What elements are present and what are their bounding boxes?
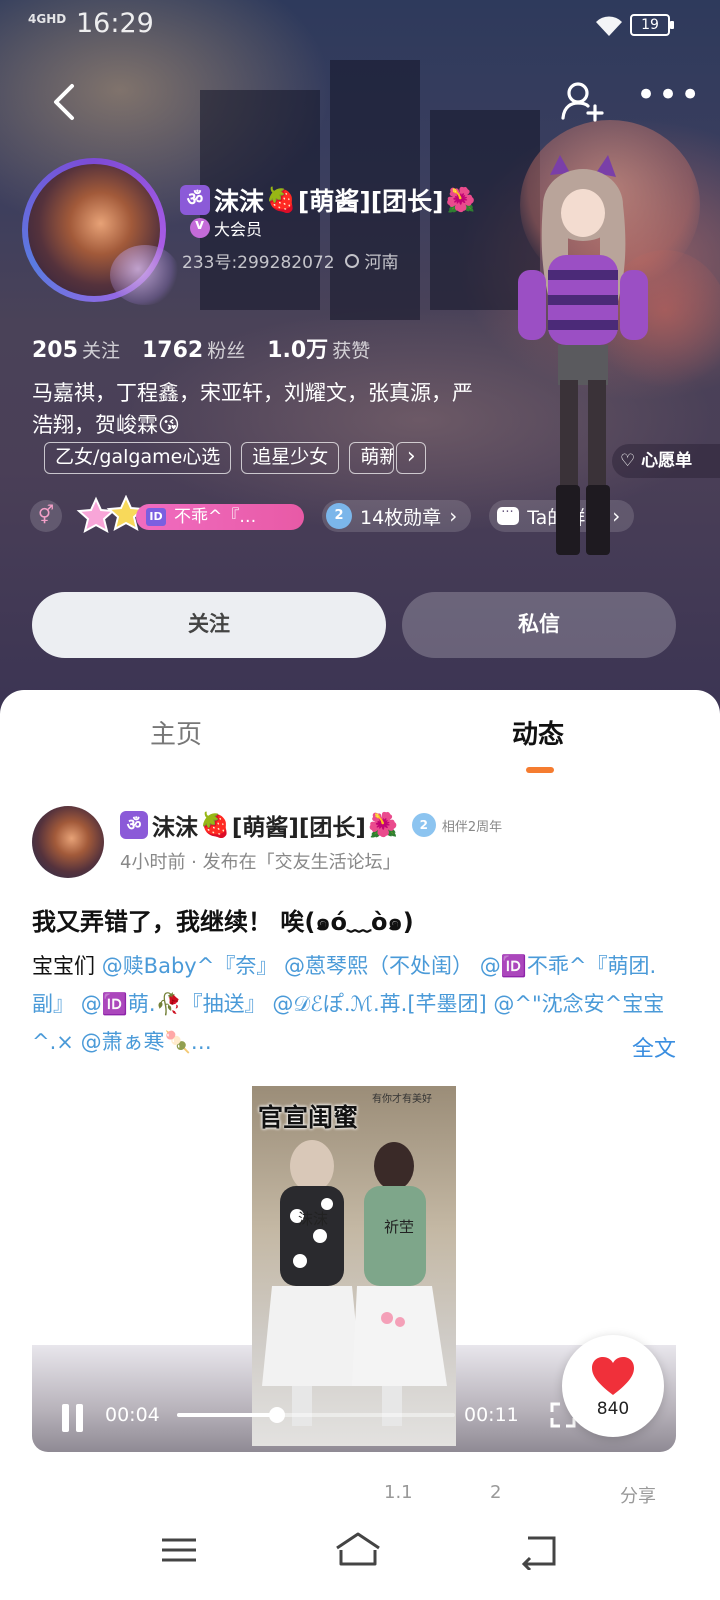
video-frame-illustration (262, 1140, 447, 1426)
content-sheet: 主页 动态 ॐ 沫沫 🍓 [萌酱][团长] 🌺 2 相伴2周年 4小时前 · 发… (0, 690, 720, 1510)
pause-bar-left (62, 1404, 69, 1432)
flower-emoji: 🌺 (367, 811, 398, 839)
post-author-name-row[interactable]: ॐ 沫沫 🍓 [萌酱][团长] 🌺 2 相伴2周年 (120, 808, 502, 842)
profile-nickname: 沫沫 (214, 187, 265, 216)
location-icon (344, 253, 359, 268)
post-meta[interactable]: 4小时前 · 发布在「交友生活论坛」 (120, 848, 401, 874)
gender-icon: ⚥ (30, 500, 62, 532)
home-icon[interactable] (333, 1530, 383, 1570)
message-button[interactable]: 私信 (402, 592, 676, 658)
following-count[interactable]: 205 (32, 338, 78, 363)
mention-link[interactable]: @萧ぁ寒🍡… (81, 1030, 212, 1054)
comment-count[interactable]: 1.1 (384, 1482, 413, 1503)
battery-level: 19 (641, 17, 659, 33)
profile-name-row: ॐ 沫沫 🍓 [萌酱][团长] 🌺 (180, 180, 478, 220)
video-caption-left: 沫沫 (298, 1210, 329, 1228)
post-author-avatar[interactable] (32, 806, 104, 878)
interest-tag[interactable]: 追星少女 (241, 442, 340, 474)
post-author-tags: [萌酱][团长] (231, 815, 366, 841)
tab-home[interactable]: 主页 (150, 714, 202, 751)
medals-label: 14枚勋章 (360, 506, 442, 529)
medals-chip[interactable]: 2 14枚勋章 › (322, 500, 472, 532)
user-id: 233号:299282072 (182, 253, 335, 273)
profile-stats: 205 关注 1762 粉丝 1.0万 获赞 (32, 332, 392, 364)
pause-icon[interactable] (62, 1404, 84, 1432)
strawberry-emoji: 🍓 (200, 811, 230, 839)
menu-icon[interactable] (154, 1530, 204, 1570)
add-friend-icon[interactable] (560, 78, 606, 124)
likes-label: 获赞 (332, 340, 371, 362)
interest-tag[interactable]: 萌新 (349, 442, 395, 474)
vip-crown-icon (190, 217, 210, 238)
om-badge-icon: ॐ (180, 185, 210, 215)
back-icon[interactable] (44, 80, 88, 124)
id-mark-icon: ID (146, 508, 166, 526)
virtual-avatar-figure[interactable] (508, 155, 658, 565)
post-author-name: 沫沫 (152, 815, 198, 841)
more-options-icon[interactable]: ••• (636, 78, 700, 122)
video-caption-right: 祈茔 (384, 1218, 415, 1236)
tags-more-button[interactable]: › (396, 442, 427, 474)
profile-name-tags: [萌酱][团长] (297, 187, 444, 216)
profile-bio: 马嘉祺，丁程鑫，宋亚轩，刘耀文，张真源，严浩翔，贺峻霖😘 (32, 381, 473, 437)
avatar-decoration (110, 245, 180, 305)
post-body-text: 宝宝们 (32, 954, 102, 978)
video-progress-fill (177, 1413, 278, 1417)
post-body[interactable]: 宝宝们 @赎Baby^『奈』 @蒽琴熙（不处闺） @🆔不乖^『萌团.副』 @🆔萌… (32, 947, 692, 1061)
chevron-right-icon: › (449, 504, 458, 528)
system-navigation-bar (0, 1510, 720, 1600)
pause-bar-right (76, 1404, 83, 1432)
anniversary-badge: 2 相伴2周年 (411, 813, 503, 837)
video-progress-knob[interactable] (269, 1407, 286, 1423)
om-badge-icon: ॐ (120, 811, 148, 839)
post-action-row: 1.1 2 分享 (340, 1480, 700, 1510)
network-indicator: 4GHD (28, 12, 67, 26)
medal-level-icon: 2 (326, 503, 352, 529)
following-label[interactable]: 关注 (82, 336, 120, 363)
follow-button[interactable]: 关注 (32, 592, 386, 658)
anniversary-level-icon: 2 (411, 813, 436, 837)
video-progress-bar[interactable] (177, 1407, 455, 1423)
mention-link[interactable]: @🆔萌.🥀『抽送』 (81, 992, 266, 1016)
followers-label[interactable]: 粉丝 (207, 336, 245, 363)
post-title[interactable]: 我又弄错了，我继续！ 唉(๑ó﹏ò๑) (32, 902, 414, 941)
anniversary-label: 相伴2周年 (441, 819, 503, 835)
fan-group-bar: ID 不乖^『… (136, 504, 304, 530)
interest-tag[interactable]: 乙女/galgame心选 (44, 442, 232, 474)
status-bar: 4GHD 16:29 19 (0, 0, 720, 50)
fan-group-text: 不乖^『… (174, 507, 257, 527)
tab-feed[interactable]: 动态 (512, 714, 564, 751)
video-total-time: 00:11 (464, 1404, 519, 1426)
strawberry-emoji: 🍓 (266, 186, 296, 214)
user-location: 河南 (364, 253, 399, 273)
vip-label: 大会员 (214, 220, 263, 239)
flower-emoji: 🌺 (445, 186, 476, 214)
vip-badge[interactable]: 大会员 (190, 216, 262, 240)
like-button[interactable]: 840 (562, 1335, 664, 1437)
status-time: 16:29 (76, 8, 154, 39)
like-count: 840 (596, 1399, 630, 1419)
video-thumbnail[interactable]: 官宣闺蜜 有你才有美好 沫沫 祈茔 (252, 1086, 456, 1446)
full-text-link[interactable]: 全文 (632, 1031, 676, 1063)
mention-link[interactable]: @赎Baby^『奈』 (102, 954, 278, 978)
mention-link[interactable]: @蒽琴熙（不处闺） (284, 954, 473, 978)
share-label[interactable]: 分享 (620, 1482, 656, 1508)
followers-count[interactable]: 1762 (142, 338, 203, 363)
wifi-icon (596, 16, 622, 36)
mention-link[interactable]: @𝒟ℰぽ.ℳ.苒.[芊墨团] (272, 992, 486, 1016)
repost-count[interactable]: 2 (490, 1482, 501, 1503)
video-current-time: 00:04 (105, 1404, 160, 1426)
video-watermark: 有你才有美好 (372, 1094, 432, 1105)
fan-group-chip[interactable]: ID 不乖^『… (74, 495, 304, 533)
user-id-row: 233号:299282072 河南 (182, 248, 399, 273)
back-nav-icon[interactable] (514, 1530, 564, 1570)
active-tab-indicator (526, 767, 554, 773)
interest-tags: 乙女/galgame心选 追星少女 萌新 › (44, 442, 427, 474)
likes-count: 1.0万 (267, 338, 329, 363)
battery-icon: 19 (630, 14, 674, 36)
video-overlay-title: 官宣闺蜜 (258, 1103, 359, 1132)
heart-icon (592, 1357, 634, 1395)
